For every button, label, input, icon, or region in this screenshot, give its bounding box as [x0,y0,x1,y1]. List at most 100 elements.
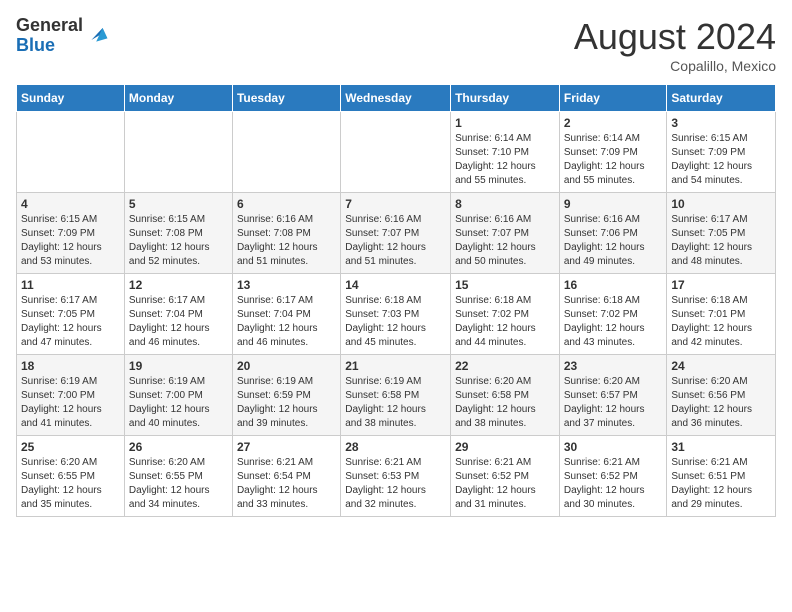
location-subtitle: Copalillo, Mexico [574,58,776,74]
day-number: 8 [455,197,555,211]
calendar-week-row: 18 Sunrise: 6:19 AM Sunset: 7:00 PM Dayli… [17,355,776,436]
calendar-week-row: 11 Sunrise: 6:17 AM Sunset: 7:05 PM Dayli… [17,274,776,355]
day-info: Sunrise: 6:21 AM Sunset: 6:52 PM Dayligh… [564,456,663,512]
day-info: Sunrise: 6:21 AM Sunset: 6:51 PM Dayligh… [671,456,771,512]
day-info: Sunrise: 6:20 AM Sunset: 6:58 PM Dayligh… [455,375,555,431]
calendar-cell: 24 Sunrise: 6:20 AM Sunset: 6:56 PM Dayli… [667,355,776,436]
calendar-cell: 27 Sunrise: 6:21 AM Sunset: 6:54 PM Dayli… [232,436,340,517]
calendar-cell [124,112,232,193]
day-number: 17 [671,278,771,292]
calendar-cell: 13 Sunrise: 6:17 AM Sunset: 7:04 PM Dayli… [232,274,340,355]
calendar-week-row: 1 Sunrise: 6:14 AM Sunset: 7:10 PM Daylig… [17,112,776,193]
day-number: 13 [237,278,336,292]
day-info: Sunrise: 6:18 AM Sunset: 7:01 PM Dayligh… [671,294,771,350]
calendar-header: SundayMondayTuesdayWednesdayThursdayFrid… [17,85,776,112]
weekday-header: Monday [124,85,232,112]
day-number: 7 [345,197,446,211]
day-info: Sunrise: 6:20 AM Sunset: 6:56 PM Dayligh… [671,375,771,431]
day-number: 28 [345,440,446,454]
calendar-cell: 9Sunrise: 6:16 AM Sunset: 7:06 PM Daylig… [559,193,667,274]
calendar-cell: 2 Sunrise: 6:14 AM Sunset: 7:09 PM Daylig… [559,112,667,193]
day-number: 25 [21,440,120,454]
day-number: 30 [564,440,663,454]
day-number: 14 [345,278,446,292]
day-info: Sunrise: 6:14 AM Sunset: 7:10 PM Dayligh… [455,132,555,188]
day-info: Sunrise: 6:20 AM Sunset: 6:55 PM Dayligh… [129,456,228,512]
page-header: General Blue August 2024 Copalillo, Mexi… [16,16,776,74]
day-info: Sunrise: 6:16 AM Sunset: 7:07 PM Dayligh… [455,213,555,269]
day-info: Sunrise: 6:19 AM Sunset: 6:58 PM Dayligh… [345,375,446,431]
day-number: 27 [237,440,336,454]
day-info: Sunrise: 6:21 AM Sunset: 6:54 PM Dayligh… [237,456,336,512]
weekday-header: Saturday [667,85,776,112]
calendar-cell: 10 Sunrise: 6:17 AM Sunset: 7:05 PM Dayli… [667,193,776,274]
calendar-cell [341,112,451,193]
day-number: 2 [564,116,663,130]
calendar-week-row: 25 Sunrise: 6:20 AM Sunset: 6:55 PM Dayli… [17,436,776,517]
day-number: 22 [455,359,555,373]
day-number: 23 [564,359,663,373]
day-number: 6 [237,197,336,211]
day-info: Sunrise: 6:18 AM Sunset: 7:02 PM Dayligh… [455,294,555,350]
title-block: August 2024 Copalillo, Mexico [574,16,776,74]
day-number: 20 [237,359,336,373]
day-info: Sunrise: 6:20 AM Sunset: 6:57 PM Dayligh… [564,375,663,431]
day-info: Sunrise: 6:18 AM Sunset: 7:02 PM Dayligh… [564,294,663,350]
calendar-cell: 29 Sunrise: 6:21 AM Sunset: 6:52 PM Dayli… [451,436,560,517]
calendar-cell [17,112,125,193]
calendar-body: 1 Sunrise: 6:14 AM Sunset: 7:10 PM Daylig… [17,112,776,517]
day-info: Sunrise: 6:17 AM Sunset: 7:05 PM Dayligh… [671,213,771,269]
calendar-cell: 4 Sunrise: 6:15 AM Sunset: 7:09 PM Daylig… [17,193,125,274]
day-number: 31 [671,440,771,454]
day-info: Sunrise: 6:17 AM Sunset: 7:04 PM Dayligh… [129,294,228,350]
day-info: Sunrise: 6:15 AM Sunset: 7:08 PM Dayligh… [129,213,228,269]
day-number: 1 [455,116,555,130]
calendar-table: SundayMondayTuesdayWednesdayThursdayFrid… [16,84,776,517]
calendar-cell: 12 Sunrise: 6:17 AM Sunset: 7:04 PM Dayli… [124,274,232,355]
calendar-cell: 6 Sunrise: 6:16 AM Sunset: 7:08 PM Daylig… [232,193,340,274]
day-number: 15 [455,278,555,292]
day-number: 29 [455,440,555,454]
day-info: Sunrise: 6:17 AM Sunset: 7:05 PM Dayligh… [21,294,120,350]
calendar-cell: 7Sunrise: 6:16 AM Sunset: 7:07 PM Daylig… [341,193,451,274]
day-info: Sunrise: 6:19 AM Sunset: 6:59 PM Dayligh… [237,375,336,431]
day-info: Sunrise: 6:20 AM Sunset: 6:55 PM Dayligh… [21,456,120,512]
day-info: Sunrise: 6:17 AM Sunset: 7:04 PM Dayligh… [237,294,336,350]
day-number: 5 [129,197,228,211]
logo-general: General [16,16,83,36]
weekday-header: Sunday [17,85,125,112]
day-info: Sunrise: 6:15 AM Sunset: 7:09 PM Dayligh… [671,132,771,188]
calendar-cell: 8 Sunrise: 6:16 AM Sunset: 7:07 PM Daylig… [451,193,560,274]
day-number: 9 [564,197,663,211]
day-info: Sunrise: 6:15 AM Sunset: 7:09 PM Dayligh… [21,213,120,269]
day-number: 11 [21,278,120,292]
calendar-cell: 1 Sunrise: 6:14 AM Sunset: 7:10 PM Daylig… [451,112,560,193]
calendar-cell: 26Sunrise: 6:20 AM Sunset: 6:55 PM Dayli… [124,436,232,517]
day-info: Sunrise: 6:14 AM Sunset: 7:09 PM Dayligh… [564,132,663,188]
weekday-header: Tuesday [232,85,340,112]
weekday-header: Wednesday [341,85,451,112]
logo: General Blue [16,16,109,56]
day-info: Sunrise: 6:19 AM Sunset: 7:00 PM Dayligh… [129,375,228,431]
day-number: 3 [671,116,771,130]
calendar-cell: 17 Sunrise: 6:18 AM Sunset: 7:01 PM Dayli… [667,274,776,355]
calendar-cell: 22 Sunrise: 6:20 AM Sunset: 6:58 PM Dayli… [451,355,560,436]
day-number: 12 [129,278,228,292]
logo-icon [85,24,109,48]
day-info: Sunrise: 6:21 AM Sunset: 6:53 PM Dayligh… [345,456,446,512]
calendar-cell: 16Sunrise: 6:18 AM Sunset: 7:02 PM Dayli… [559,274,667,355]
logo-blue: Blue [16,36,83,56]
calendar-cell: 18 Sunrise: 6:19 AM Sunset: 7:00 PM Dayli… [17,355,125,436]
calendar-cell: 21Sunrise: 6:19 AM Sunset: 6:58 PM Dayli… [341,355,451,436]
calendar-cell: 3 Sunrise: 6:15 AM Sunset: 7:09 PM Daylig… [667,112,776,193]
day-number: 4 [21,197,120,211]
day-number: 24 [671,359,771,373]
day-info: Sunrise: 6:18 AM Sunset: 7:03 PM Dayligh… [345,294,446,350]
day-info: Sunrise: 6:16 AM Sunset: 7:08 PM Dayligh… [237,213,336,269]
calendar-cell: 28 Sunrise: 6:21 AM Sunset: 6:53 PM Dayli… [341,436,451,517]
day-number: 10 [671,197,771,211]
day-info: Sunrise: 6:21 AM Sunset: 6:52 PM Dayligh… [455,456,555,512]
day-info: Sunrise: 6:19 AM Sunset: 7:00 PM Dayligh… [21,375,120,431]
calendar-cell: 31 Sunrise: 6:21 AM Sunset: 6:51 PM Dayli… [667,436,776,517]
day-number: 18 [21,359,120,373]
